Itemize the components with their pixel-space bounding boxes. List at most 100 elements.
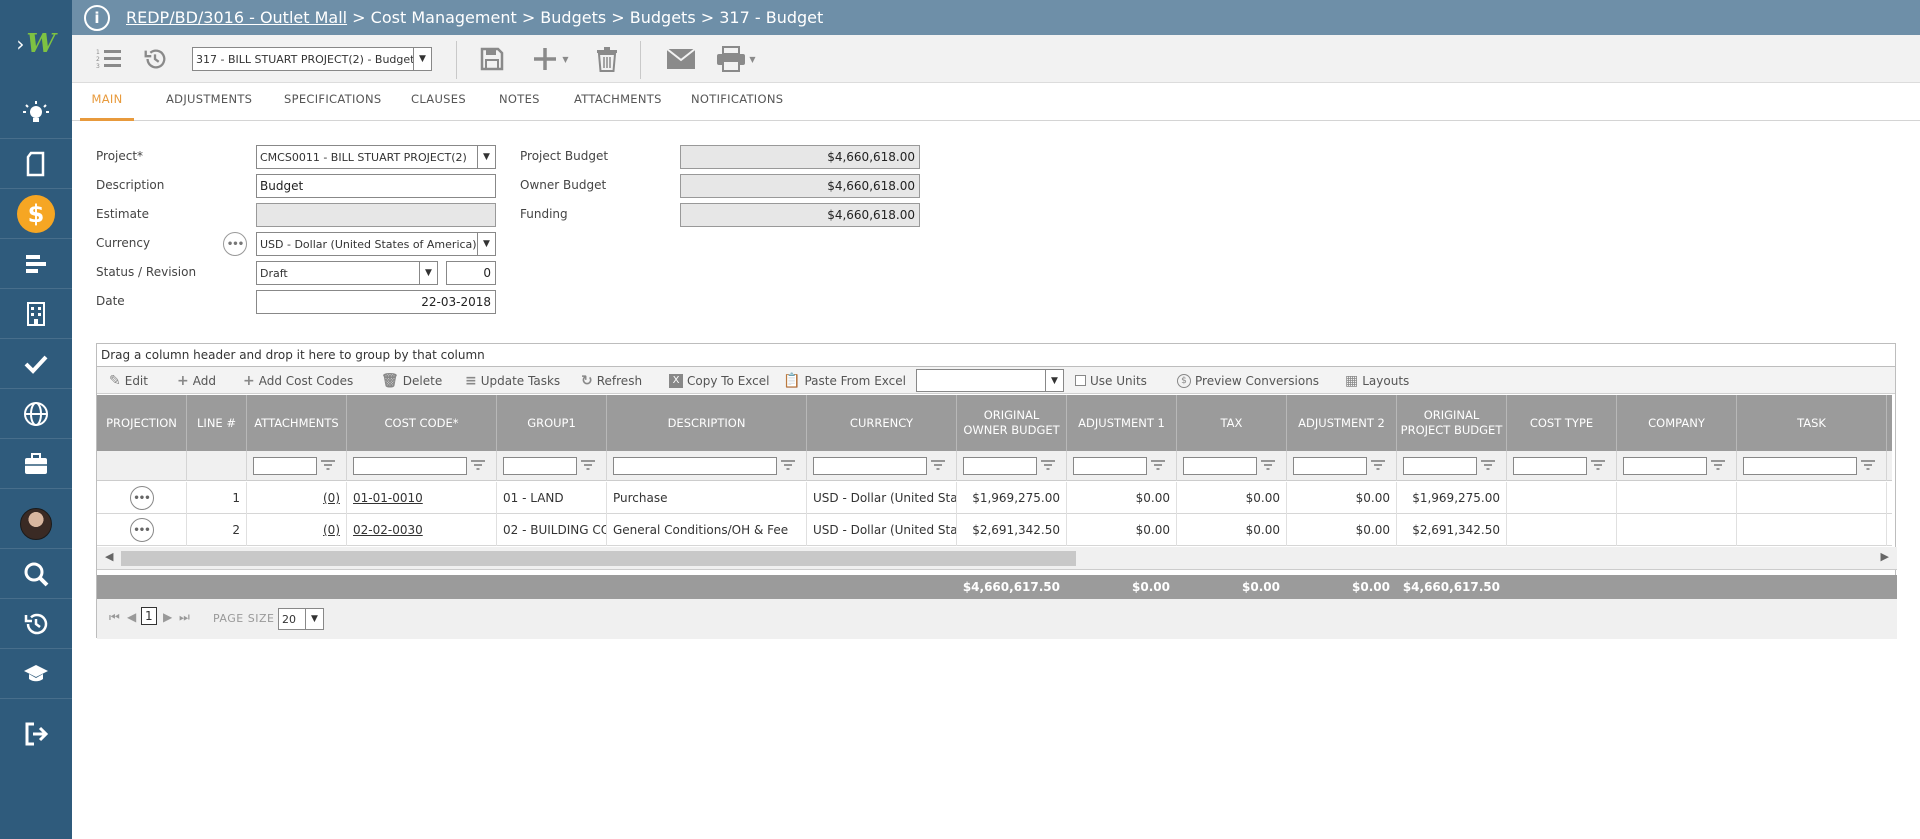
filter-icon[interactable] <box>1861 460 1875 470</box>
col-currency[interactable]: CURRENCY <box>807 395 957 451</box>
save-button[interactable] <box>477 43 507 75</box>
column-filter-input[interactable] <box>1623 457 1707 475</box>
col-line[interactable]: LINE # <box>187 395 247 451</box>
sidebar-item-ideas[interactable] <box>0 89 72 139</box>
sidebar-item-logout[interactable] <box>0 709 72 759</box>
col-adjustment-1[interactable]: ADJUSTMENT 1 <box>1067 395 1177 451</box>
filter-icon[interactable] <box>1151 460 1165 470</box>
col-tax[interactable]: TAX <box>1177 395 1287 451</box>
attachments-link[interactable]: (0) <box>323 523 340 537</box>
column-filter-input[interactable] <box>1743 457 1857 475</box>
breadcrumb-record-link[interactable]: REDP/BD/3016 - Outlet Mall <box>126 8 347 27</box>
filter-icon[interactable] <box>931 460 945 470</box>
filter-icon[interactable] <box>1371 460 1385 470</box>
tab-attachments[interactable]: ATTACHMENTS <box>574 83 662 121</box>
page-size-select[interactable]: 20 ▼ <box>278 608 324 630</box>
filter-icon[interactable] <box>1261 460 1275 470</box>
description-input[interactable]: Budget <box>256 174 496 198</box>
filter-icon[interactable] <box>1481 460 1495 470</box>
sidebar-item-history[interactable] <box>0 599 72 649</box>
column-filter-input[interactable] <box>1513 457 1587 475</box>
sidebar-item-documents[interactable] <box>0 139 72 189</box>
sidebar-item-projects[interactable] <box>0 439 72 489</box>
filter-icon[interactable] <box>1591 460 1605 470</box>
delete-button[interactable] <box>592 43 622 75</box>
tab-adjustments[interactable]: ADJUSTMENTS <box>166 83 252 121</box>
filter-icon[interactable] <box>781 460 795 470</box>
col-cost-type[interactable]: COST TYPE <box>1507 395 1617 451</box>
filter-icon[interactable] <box>471 460 485 470</box>
expand-chevron-icon[interactable]: › <box>16 32 24 56</box>
column-filter-input[interactable] <box>963 457 1037 475</box>
table-row[interactable]: ••• 2 (0) 02-02-0030 02 - BUILDING COSTS… <box>97 514 1892 546</box>
column-filter-input[interactable] <box>503 457 577 475</box>
sidebar-item-cost-management[interactable]: $ <box>0 189 72 239</box>
tab-main[interactable]: MAIN <box>80 83 134 121</box>
add-row-button[interactable]: + Add <box>177 367 216 394</box>
scroll-left-arrow-icon[interactable]: ◀ <box>105 550 113 563</box>
estimate-input[interactable] <box>256 203 496 227</box>
tab-notes[interactable]: NOTES <box>499 83 540 121</box>
filter-icon[interactable] <box>321 460 335 470</box>
status-select[interactable]: Draft ▼ <box>256 261 438 285</box>
prev-page-icon[interactable]: ◀ <box>127 610 136 624</box>
row-options-icon[interactable]: ••• <box>129 486 154 510</box>
filter-icon[interactable] <box>1711 460 1725 470</box>
table-row[interactable]: ••• 1 (0) 01-01-0010 01 - LAND Purchase … <box>97 482 1892 514</box>
column-filter-input[interactable] <box>1403 457 1477 475</box>
sidebar-item-global[interactable] <box>0 389 72 439</box>
add-button[interactable]: ▼ <box>528 43 572 75</box>
preview-conversions-button[interactable]: $ Preview Conversions <box>1177 367 1319 394</box>
col-original-owner-budget[interactable]: ORIGINAL OWNER BUDGET <box>957 395 1067 451</box>
cost-code-link[interactable]: 01-01-0010 <box>353 491 423 505</box>
filter-icon[interactable] <box>1041 460 1055 470</box>
column-filter-input[interactable] <box>1183 457 1257 475</box>
sidebar-item-search[interactable] <box>0 549 72 599</box>
col-projection[interactable]: PROJECTION <box>97 395 187 451</box>
project-select[interactable]: CMCS0011 - BILL STUART PROJECT(2) ▼ <box>256 145 496 169</box>
row-options-icon[interactable]: ••• <box>129 518 154 542</box>
horizontal-scrollbar[interactable]: ◀ ▶ <box>97 547 1897 570</box>
col-company[interactable]: COMPANY <box>1617 395 1737 451</box>
col-cost-code[interactable]: COST CODE* <box>347 395 497 451</box>
current-page[interactable]: 1 <box>141 607 157 625</box>
col-attachments[interactable]: ATTACHMENTS <box>247 395 347 451</box>
column-filter-input[interactable] <box>353 457 467 475</box>
use-units-checkbox[interactable]: Use Units <box>1075 367 1147 394</box>
edit-button[interactable]: ✎ Edit <box>109 367 148 394</box>
next-page-icon[interactable]: ▶ <box>163 610 172 624</box>
refresh-button[interactable]: ↻ Refresh <box>581 367 642 394</box>
column-filter-input[interactable] <box>813 457 927 475</box>
attachments-link[interactable]: (0) <box>323 491 340 505</box>
group-drop-zone[interactable]: Drag a column header and drop it here to… <box>97 344 1895 367</box>
column-filter-input[interactable] <box>253 457 317 475</box>
sidebar-item-portfolio[interactable] <box>0 289 72 339</box>
user-avatar[interactable] <box>20 507 52 540</box>
add-cost-codes-button[interactable]: + Add Cost Codes <box>243 367 353 394</box>
app-logo[interactable]: › W <box>0 22 72 66</box>
column-filter-input[interactable] <box>1073 457 1147 475</box>
print-button[interactable]: ▼ <box>712 43 760 75</box>
tab-specifications[interactable]: SPECIFICATIONS <box>284 83 382 121</box>
sidebar-item-tasks[interactable] <box>0 339 72 389</box>
date-input[interactable]: 22-03-2018 <box>256 290 496 314</box>
paste-from-excel-button[interactable]: 📋 Paste From Excel <box>783 367 906 394</box>
info-icon[interactable]: i <box>84 4 110 31</box>
layouts-button[interactable]: ▦ Layouts <box>1345 367 1409 394</box>
last-page-icon[interactable]: ⏭ <box>179 610 190 625</box>
col-group1[interactable]: GROUP1 <box>497 395 607 451</box>
column-filter-input[interactable] <box>613 457 777 475</box>
scroll-right-arrow-icon[interactable]: ▶ <box>1881 550 1889 563</box>
delete-row-button[interactable]: 🗑 Delete <box>381 367 442 394</box>
first-page-icon[interactable]: ⏮ <box>109 610 120 625</box>
record-select[interactable]: 317 - BILL STUART PROJECT(2) - Budget ▼ <box>192 47 432 71</box>
scrollbar-thumb[interactable] <box>121 551 1076 566</box>
email-button[interactable] <box>664 43 698 75</box>
list-view-button[interactable]: 123 <box>94 43 124 75</box>
currency-options-icon[interactable]: ••• <box>223 232 247 256</box>
cost-code-link[interactable]: 02-02-0030 <box>353 523 423 537</box>
tab-clauses[interactable]: CLAUSES <box>411 83 466 121</box>
col-adjustment-2[interactable]: ADJUSTMENT 2 <box>1287 395 1397 451</box>
copy-to-excel-button[interactable]: X Copy To Excel <box>669 367 770 394</box>
col-task[interactable]: TASK <box>1737 395 1887 451</box>
